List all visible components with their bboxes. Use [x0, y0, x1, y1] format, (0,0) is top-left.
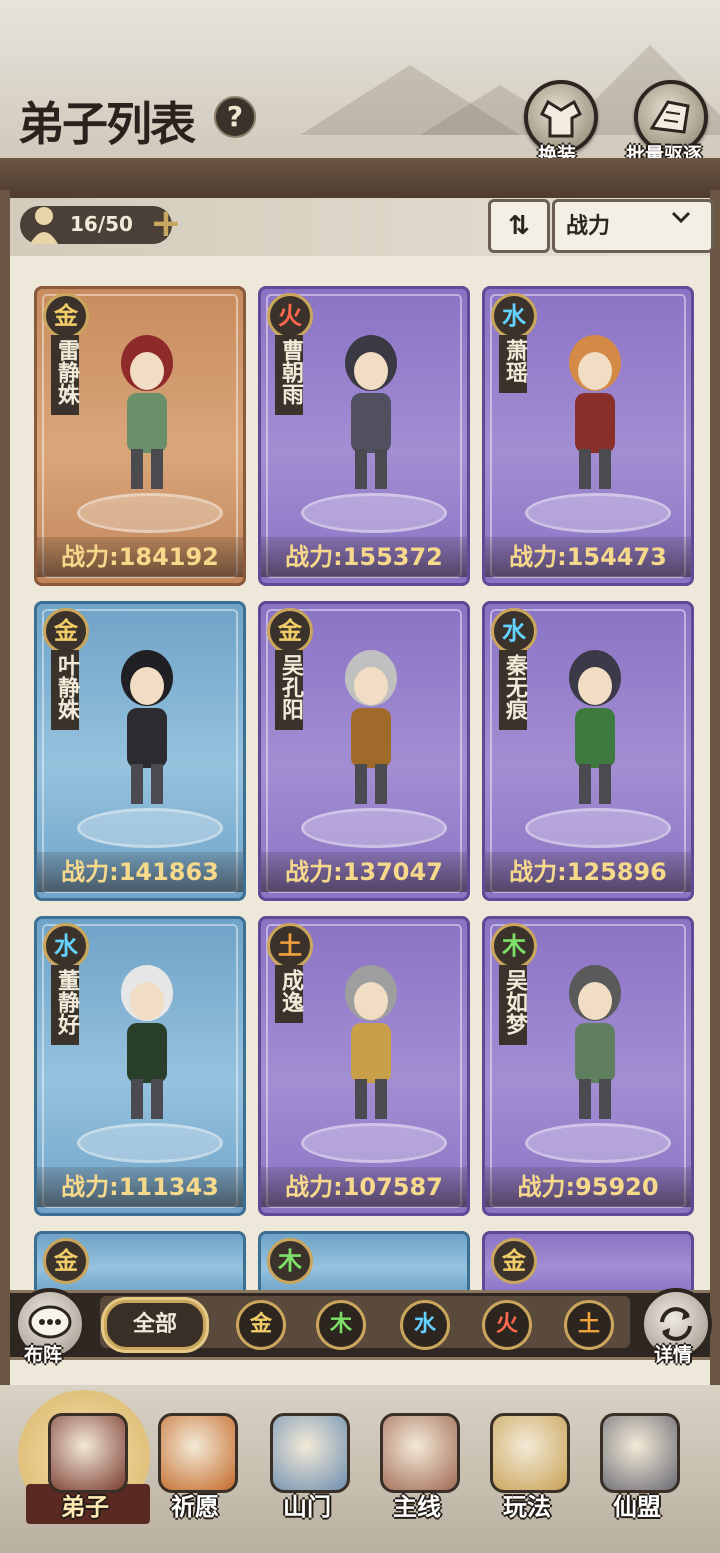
disciple-name: 萧瑶 [499, 335, 527, 393]
sort-toggle-icon: ⇅ [508, 211, 530, 241]
element-badge: 木 [491, 923, 537, 969]
disciple-name: 董静好 [51, 965, 79, 1045]
gameplay-icon [490, 1413, 570, 1493]
disciple-power: 战力:141863 [37, 852, 243, 892]
disciple-card[interactable]: 木吴如梦战力:95920 [482, 916, 694, 1216]
disciple-power: 战力:184192 [37, 537, 243, 577]
disciple-name: 叶静姝 [51, 650, 79, 730]
disciple-card[interactable]: 金吴孔阳战力:137047 [258, 601, 470, 901]
disciple-card[interactable]: 火曹朝雨战力:155372 [258, 286, 470, 586]
disciple-power: 战力:154473 [485, 537, 691, 577]
batch-expel-button[interactable]: 批量驱逐 [624, 80, 714, 170]
disciple-power: 战力:125896 [485, 852, 691, 892]
element-badge: 木 [267, 1238, 313, 1284]
disciple-card[interactable]: 水秦无痕战力:125896 [482, 601, 694, 901]
disciple-power: 战力:137047 [261, 852, 467, 892]
details-label: 详情 [654, 1344, 693, 1366]
formation-button[interactable]: 布阵 [10, 1288, 90, 1368]
element-badge: 金 [43, 608, 89, 654]
panel-right-border [710, 190, 720, 1410]
add-capacity-button[interactable]: + [150, 204, 182, 242]
nav-item-label: 主线 [393, 1492, 441, 1521]
formation-label: 布阵 [24, 1344, 63, 1366]
element-badge: 金 [43, 293, 89, 339]
disciple-portrait [569, 650, 621, 804]
element-badge: 水 [491, 293, 537, 339]
disciple-power: 战力:111343 [37, 1167, 243, 1207]
nav-item-label: 弟子 [61, 1492, 109, 1521]
disciple-portrait [345, 965, 397, 1119]
element-badge: 金 [267, 608, 313, 654]
nav-item-label: 山门 [283, 1492, 331, 1521]
disciple-icon [48, 1413, 128, 1493]
disciple-power: 战力:155372 [261, 537, 467, 577]
nav-item[interactable]: 仙盟 [582, 1405, 692, 1545]
disciple-power: 战力:107587 [261, 1167, 467, 1207]
disciple-card[interactable]: 金叶静姝战力:141863 [34, 601, 246, 901]
nav-item[interactable]: 弟子 [30, 1405, 140, 1545]
element-badge: 火 [267, 293, 313, 339]
disciple-card-partial[interactable]: 木 [258, 1231, 470, 1297]
disciple-name: 成逸 [275, 965, 303, 1023]
nav-item[interactable]: 玩法 [472, 1405, 582, 1545]
element-badge: 土 [267, 923, 313, 969]
details-button[interactable]: 详情 [636, 1288, 716, 1368]
filter-all[interactable]: 全部 [104, 1300, 206, 1350]
filter-element[interactable]: 火 [482, 1300, 532, 1350]
sort-order-button[interactable]: ⇅ [488, 199, 550, 253]
chevron-down-icon [668, 204, 694, 237]
disciple-name: 雷静姝 [51, 335, 79, 415]
outfit-button[interactable]: 换装 [520, 80, 600, 170]
page-title: 弟子列表 [18, 97, 196, 151]
disciple-name: 曹朝雨 [275, 335, 303, 415]
alliance-icon [600, 1413, 680, 1493]
disciple-portrait [121, 965, 173, 1119]
disciple-card[interactable]: 金雷静姝战力:184192 [34, 286, 246, 586]
disciple-portrait [569, 965, 621, 1119]
disciple-name: 吴如梦 [499, 965, 527, 1045]
disciple-portrait [121, 335, 173, 489]
main-quest-icon [380, 1413, 460, 1493]
plus-icon: + [150, 201, 182, 245]
disciple-count: 16/50 [70, 212, 133, 236]
disciple-name: 吴孔阳 [275, 650, 303, 730]
filter-element[interactable]: 水 [400, 1300, 450, 1350]
filter-element[interactable]: 土 [564, 1300, 614, 1350]
element-badge: 金 [43, 1238, 89, 1284]
element-badge: 水 [491, 608, 537, 654]
element-badge: 金 [491, 1238, 537, 1284]
filter-element[interactable]: 金 [236, 1300, 286, 1350]
sort-dropdown-value: 战力 [566, 214, 611, 239]
filter-element[interactable]: 木 [316, 1300, 366, 1350]
nav-item[interactable]: 山门 [252, 1405, 362, 1545]
nav-item-label: 祈愿 [171, 1492, 219, 1521]
panel-top-border [0, 158, 720, 202]
nav-item[interactable]: 祈愿 [140, 1405, 250, 1545]
disciple-power: 战力:95920 [485, 1167, 691, 1207]
gate-icon [270, 1413, 350, 1493]
nav-item[interactable]: 主线 [362, 1405, 472, 1545]
nav-item-label: 仙盟 [613, 1492, 661, 1521]
disciple-portrait [121, 650, 173, 804]
disciple-portrait [345, 335, 397, 489]
nav-item-label: 玩法 [503, 1492, 551, 1521]
help-icon[interactable]: ? [214, 96, 256, 138]
wish-scroll-icon [158, 1413, 238, 1493]
disciple-portrait [569, 335, 621, 489]
disciple-card[interactable]: 水董静好战力:111343 [34, 916, 246, 1216]
element-badge: 水 [43, 923, 89, 969]
disciple-name: 秦无痕 [499, 650, 527, 730]
disciple-card[interactable]: 土成逸战力:107587 [258, 916, 470, 1216]
panel-left-border [0, 190, 10, 1410]
disciple-card[interactable]: 水萧瑶战力:154473 [482, 286, 694, 586]
disciple-count-icon [24, 202, 64, 246]
disciple-portrait [345, 650, 397, 804]
